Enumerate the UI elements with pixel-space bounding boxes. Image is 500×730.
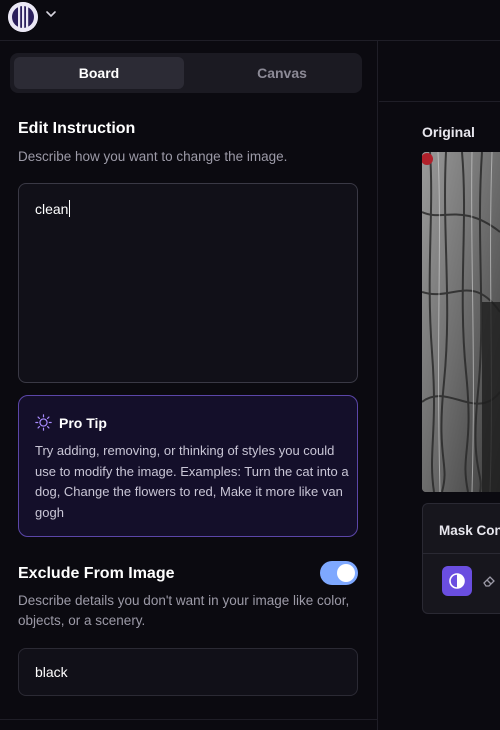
eraser-icon[interactable] [482,574,496,588]
left-panel: Board Canvas Edit Instruction Describe h… [0,41,378,730]
mask-controls-title: Mask Con [439,523,500,538]
contrast-icon [449,573,465,589]
edit-instruction-description: Describe how you want to change the imag… [18,149,288,164]
invert-mask-button[interactable] [442,566,472,596]
exclude-title: Exclude From Image [18,565,175,582]
toggle-knob [337,564,355,582]
preview-panel: Original Mask Con [379,41,500,730]
exclude-description: Describe details you don't want in your … [18,593,350,628]
edit-instruction-value: clean [35,201,69,217]
edit-instruction-title: Edit Instruction [18,120,136,137]
pro-tip-card: Pro Tip Try adding, removing, or thinkin… [18,395,358,537]
pro-tip-title: Pro Tip [59,415,107,431]
exclude-input-value: black [35,664,68,680]
exclude-toggle[interactable] [320,561,358,585]
edit-instruction-textarea[interactable]: clean [18,183,358,383]
chevron-down-icon[interactable] [45,9,57,19]
top-bar [0,0,500,41]
view-tabs: Board Canvas [10,53,362,93]
original-image[interactable] [422,152,500,492]
exclude-input[interactable]: black [18,648,358,696]
tab-canvas[interactable]: Canvas [197,57,367,89]
mask-controls-panel: Mask Con [422,503,500,614]
divider [0,719,377,720]
divider [423,553,500,554]
original-label: Original [422,124,475,140]
divider [379,101,500,102]
tab-board[interactable]: Board [14,57,184,89]
text-caret [69,200,71,217]
lightbulb-icon [35,414,52,431]
pro-tip-body: Try adding, removing, or thinking of sty… [35,443,349,520]
app-logo-icon[interactable] [8,2,38,32]
